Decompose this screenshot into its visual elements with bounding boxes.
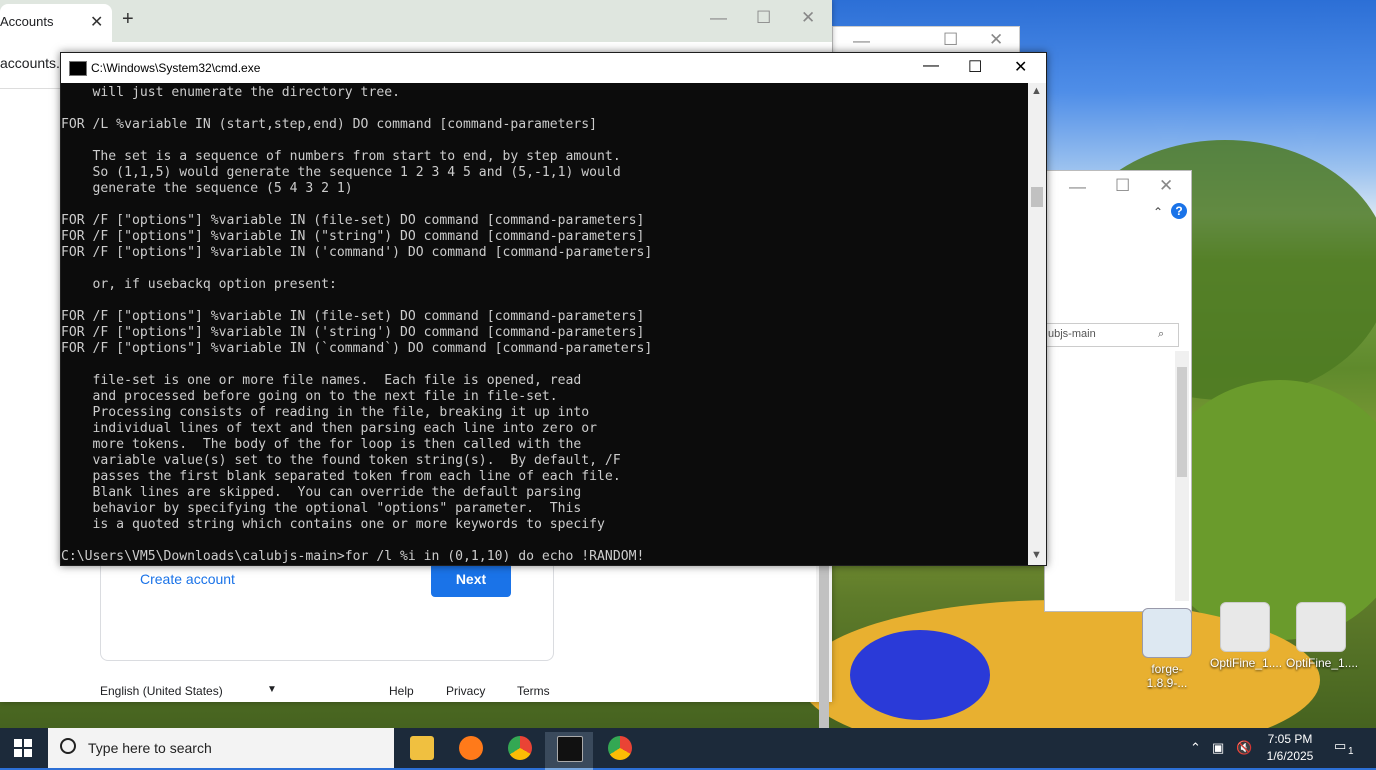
desktop-icon-forge[interactable]: forge-1.8.9-... — [1132, 608, 1202, 690]
volume-muted-icon[interactable]: 🔇 — [1236, 740, 1252, 756]
notification-icon[interactable]: ▭ — [1334, 738, 1346, 754]
search-placeholder: Type here to search — [88, 740, 212, 756]
taskbar: Type here to search ⌃ ▣ 🔇 7:05 PM 1/6/20… — [0, 728, 1376, 770]
maximize-icon[interactable]: ☐ — [968, 57, 982, 77]
file-icon — [1142, 608, 1192, 658]
console-text: will just enumerate the directory tree. … — [61, 85, 653, 564]
java-icon — [1296, 602, 1346, 652]
terms-link[interactable]: Terms — [517, 684, 550, 698]
scrollbar-thumb[interactable] — [1031, 187, 1043, 207]
minimize-icon[interactable]: — — [923, 57, 939, 75]
console-output[interactable]: will just enumerate the directory tree. … — [61, 83, 1028, 565]
language-select[interactable]: English (United States) — [100, 684, 223, 698]
minimize-icon[interactable]: — — [1069, 177, 1086, 197]
taskbar-firefox[interactable] — [447, 732, 495, 768]
taskbar-cmd[interactable] — [545, 732, 593, 770]
tab-bar: Accounts ✕ + — ☐ ✕ — [0, 0, 832, 42]
close-icon[interactable]: ✕ — [1159, 176, 1173, 196]
scrollbar-thumb[interactable] — [819, 558, 829, 748]
taskbar-search-input[interactable]: Type here to search — [48, 728, 394, 768]
cmd-icon — [69, 61, 87, 76]
url-text: accounts.g — [0, 55, 68, 71]
new-tab-icon[interactable]: + — [122, 8, 134, 31]
taskbar-file-explorer[interactable] — [398, 732, 446, 768]
java-icon — [1220, 602, 1270, 652]
notification-count: 1 — [1348, 746, 1354, 757]
explorer-window[interactable]: — ☐ ✕ ⌃ ? ubjs-main ⌕ — [1044, 170, 1192, 612]
clock-date: 1/6/2025 — [1266, 749, 1314, 763]
cmd-title-bar[interactable]: C:\Windows\System32\cmd.exe — ☐ ✕ — [61, 53, 1046, 83]
windows-start-icon[interactable] — [14, 739, 32, 757]
cmd-window[interactable]: C:\Windows\System32\cmd.exe — ☐ ✕ will j… — [60, 52, 1047, 566]
cmd-title: C:\Windows\System32\cmd.exe — [91, 61, 261, 75]
tab-title: Accounts — [0, 14, 54, 29]
minimize-icon[interactable]: — — [710, 8, 727, 28]
help-icon[interactable]: ? — [1171, 203, 1187, 219]
privacy-link[interactable]: Privacy — [446, 684, 485, 698]
explorer-search-text: ubjs-main — [1048, 328, 1096, 340]
clock[interactable]: 7:05 PM 1/6/2025 — [1260, 731, 1320, 765]
scroll-down-icon[interactable]: ▼ — [1031, 549, 1042, 561]
cmd-scrollbar[interactable]: ▲ ▼ — [1028, 83, 1046, 565]
terminal-icon — [557, 736, 583, 762]
chrome-icon — [508, 736, 532, 760]
help-link[interactable]: Help — [389, 684, 414, 698]
scroll-up-icon[interactable]: ▲ — [1031, 85, 1042, 97]
close-tab-icon[interactable]: ✕ — [90, 12, 103, 32]
desktop-icon-optifine-1[interactable]: OptiFine_1.... — [1210, 602, 1283, 670]
maximize-icon[interactable]: ☐ — [943, 30, 958, 50]
search-icon — [60, 738, 76, 754]
chevron-up-icon[interactable]: ⌃ — [1153, 205, 1163, 219]
close-icon[interactable]: ✕ — [801, 8, 815, 28]
maximize-icon[interactable]: ☐ — [1115, 176, 1130, 196]
chevron-down-icon[interactable]: ▼ — [267, 684, 277, 695]
taskbar-chrome[interactable] — [496, 732, 544, 768]
minimize-icon[interactable]: — — [853, 31, 870, 51]
chrome-icon — [608, 736, 632, 760]
create-account-link[interactable]: Create account — [140, 571, 235, 587]
network-icon[interactable]: ▣ — [1212, 740, 1224, 756]
taskbar-chrome-profile[interactable] — [596, 732, 644, 768]
explorer-search-input[interactable]: ubjs-main ⌕ — [1045, 323, 1179, 347]
next-button[interactable]: Next — [431, 562, 511, 597]
chevron-up-icon[interactable]: ⌃ — [1190, 740, 1201, 756]
folder-icon — [410, 736, 434, 760]
close-icon[interactable]: ✕ — [1014, 57, 1027, 77]
desktop-icon-label: forge-1.8.9-... — [1146, 662, 1188, 690]
desktop-pot — [850, 630, 990, 720]
explorer-scrollbar[interactable] — [1175, 351, 1189, 601]
explorer-title-bar[interactable]: — ☐ ✕ — [1045, 171, 1191, 201]
search-icon: ⌕ — [1158, 328, 1165, 340]
firefox-icon — [459, 736, 483, 760]
clock-time: 7:05 PM — [1267, 732, 1313, 746]
scrollbar-thumb[interactable] — [1177, 367, 1187, 477]
desktop-icon-label: OptiFine_1.... — [1286, 656, 1359, 670]
close-icon[interactable]: ✕ — [989, 30, 1003, 50]
desktop-icon-label: OptiFine_1.... — [1210, 656, 1283, 670]
desktop-icon-optifine-2[interactable]: OptiFine_1.... — [1286, 602, 1359, 670]
tab-accounts[interactable]: Accounts ✕ — [0, 4, 112, 42]
maximize-icon[interactable]: ☐ — [756, 8, 771, 28]
